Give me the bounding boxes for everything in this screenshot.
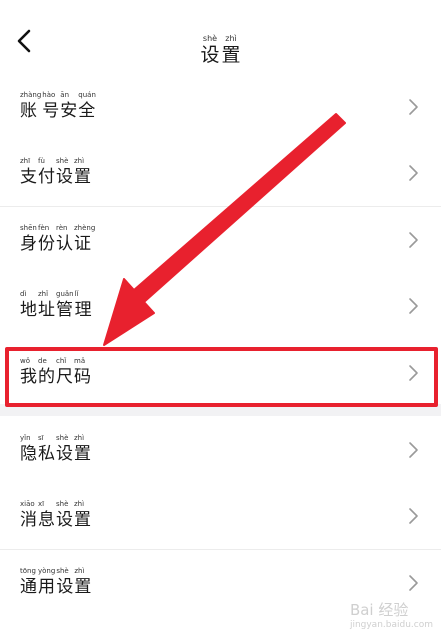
hanzi: 设 xyxy=(56,577,74,597)
pinyin: shè xyxy=(56,567,69,575)
pinyin: chǐ xyxy=(56,357,67,365)
pinyin: shēn xyxy=(20,224,37,232)
page-title: shè 设 zhì 置 xyxy=(0,26,441,66)
settings-item-label: dì 地 zhǐ 址 guǎn 管 lǐ 理 xyxy=(20,289,93,321)
pinyin: zhàng xyxy=(20,91,42,99)
pinyin: de xyxy=(38,357,47,365)
pinyin: rèn xyxy=(56,224,68,232)
pinyin: ān xyxy=(60,91,70,99)
settings-item-label: wǒ 我 de 的 chǐ 尺 mǎ 码 xyxy=(20,356,92,388)
hanzi: 码 xyxy=(74,367,91,387)
chevron-right-icon xyxy=(409,99,418,115)
pinyin: fèn xyxy=(38,224,50,232)
pinyin: zhì xyxy=(74,500,85,508)
pinyin: hào xyxy=(42,91,56,99)
hanzi: 设 xyxy=(56,510,73,530)
hanzi: 地 xyxy=(20,300,37,320)
pinyin: xī xyxy=(38,500,45,508)
watermark-sub: jingyan.baidu.com xyxy=(349,620,433,630)
hanzi: 消 xyxy=(20,510,37,530)
hanzi: 设 xyxy=(56,167,73,187)
settings-item-label: zhī 支 fù 付 shè 设 zhì 置 xyxy=(20,156,92,188)
title-pinyin: zhì xyxy=(225,34,237,43)
hanzi: 支 xyxy=(20,167,37,187)
pinyin: zhì xyxy=(74,434,85,442)
chevron-right-icon xyxy=(409,508,418,524)
pinyin: mǎ xyxy=(74,357,86,365)
hanzi: 管 xyxy=(56,300,73,320)
hanzi: 址 xyxy=(38,300,55,320)
hanzi: 身 xyxy=(20,234,37,254)
pinyin: shè xyxy=(56,434,69,442)
pinyin: quán xyxy=(78,91,96,99)
settings-item-payment-settings[interactable]: zhī 支 fù 付 shè 设 zhì 置 xyxy=(0,140,441,207)
settings-item-message-settings[interactable]: xiāo 消 xī 息 shè 设 zhì 置 xyxy=(0,483,441,550)
pinyin: yòng xyxy=(38,567,56,575)
pinyin: dì xyxy=(20,290,27,298)
settings-item-account-security[interactable]: zhàng 账 hào 号 ān 安 quán 全 xyxy=(0,74,441,141)
title-char: 置 xyxy=(221,44,241,66)
hanzi: 置 xyxy=(74,167,91,187)
hanzi: 认 xyxy=(56,234,73,254)
title-pinyin: shè xyxy=(202,34,218,43)
hanzi: 置 xyxy=(74,510,91,530)
settings-item-privacy-settings[interactable]: yǐn 隐 sī 私 shè 设 zhì 置 xyxy=(0,417,441,484)
watermark: Bai 经验 jingyan.baidu.com xyxy=(350,599,433,630)
settings-item-label: zhàng 账 hào 号 ān 安 quán 全 xyxy=(20,90,97,122)
section-divider xyxy=(0,404,441,416)
pinyin: fù xyxy=(38,157,45,165)
pinyin: zhì xyxy=(74,567,85,575)
pinyin: guǎn xyxy=(56,290,74,298)
pinyin: yǐn xyxy=(20,434,31,442)
chevron-right-icon xyxy=(409,365,418,381)
pinyin: sī xyxy=(38,434,44,442)
pinyin: zhǐ xyxy=(38,290,49,298)
hanzi: 息 xyxy=(38,510,55,530)
chevron-right-icon xyxy=(409,575,418,591)
hanzi: 置 xyxy=(74,577,92,597)
hanzi: 号 xyxy=(42,101,60,121)
settings-item-label: yǐn 隐 sī 私 shè 设 zhì 置 xyxy=(20,433,92,465)
chevron-right-icon xyxy=(409,442,418,458)
settings-item-my-size[interactable]: wǒ 我 de 的 chǐ 尺 mǎ 码 xyxy=(0,340,441,407)
hanzi: 置 xyxy=(74,444,91,464)
pinyin: lǐ xyxy=(74,290,79,298)
hanzi: 用 xyxy=(38,577,55,597)
settings-item-label: xiāo 消 xī 息 shè 设 zhì 置 xyxy=(20,499,92,531)
hanzi: 隐 xyxy=(20,444,37,464)
chevron-right-icon xyxy=(409,298,418,314)
hanzi: 设 xyxy=(56,444,73,464)
pinyin: zhèng xyxy=(74,224,96,232)
chevron-right-icon xyxy=(409,232,418,248)
title-char: 设 xyxy=(200,44,220,66)
pinyin: xiāo xyxy=(20,500,35,508)
hanzi: 的 xyxy=(38,367,55,387)
pinyin: tōng xyxy=(20,567,36,575)
settings-item-label: shēn 身 fèn 份 rèn 认 zhèng 证 xyxy=(20,223,96,255)
settings-item-label: tōng 通 yòng 用 shè 设 zhì 置 xyxy=(20,566,92,598)
pinyin: wǒ xyxy=(20,357,31,365)
watermark-text: Bai 经验 xyxy=(349,601,409,619)
hanzi: 证 xyxy=(74,234,91,254)
settings-item-address-management[interactable]: dì 地 zhǐ 址 guǎn 管 lǐ 理 xyxy=(0,273,441,339)
hanzi: 通 xyxy=(20,577,37,597)
hanzi: 全 xyxy=(78,101,96,121)
hanzi: 我 xyxy=(20,367,37,387)
pinyin: shè xyxy=(56,500,69,508)
hanzi: 私 xyxy=(38,444,55,464)
hanzi: 付 xyxy=(38,167,55,187)
chevron-right-icon xyxy=(409,165,418,181)
top-bar: shè 设 zhì 置 xyxy=(0,0,441,78)
hanzi: 账 xyxy=(20,101,37,121)
pinyin: zhī xyxy=(20,157,31,165)
hanzi: 理 xyxy=(74,300,92,320)
pinyin: shè xyxy=(56,157,69,165)
hanzi: 安 xyxy=(60,101,78,121)
hanzi: 份 xyxy=(38,234,55,254)
hanzi: 尺 xyxy=(56,367,73,387)
pinyin: zhì xyxy=(74,157,85,165)
settings-item-identity-verification[interactable]: shēn 身 fèn 份 rèn 认 zhèng 证 xyxy=(0,207,441,274)
